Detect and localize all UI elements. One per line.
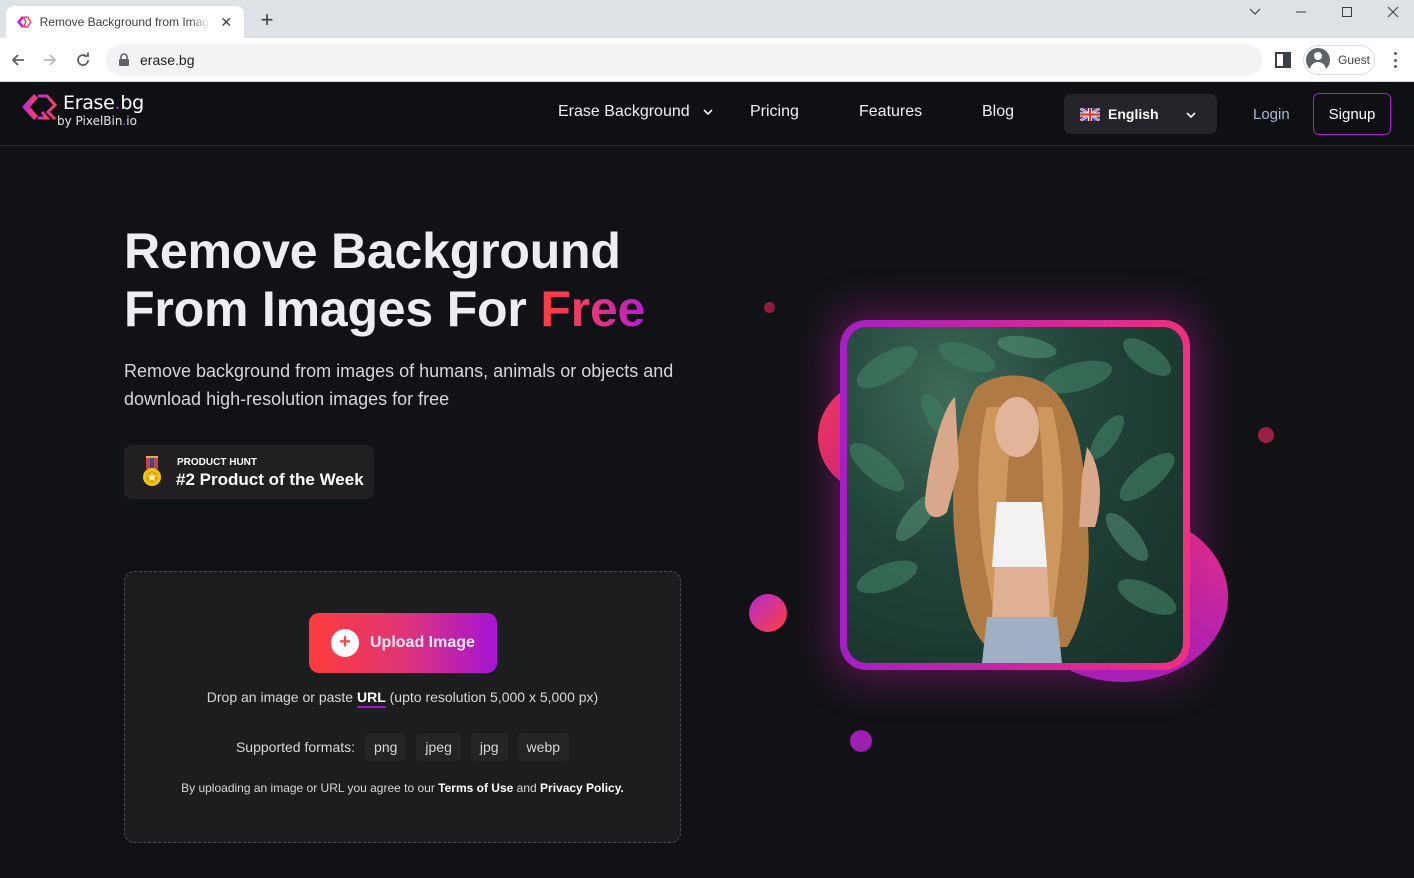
hero-title-line1: Remove Background bbox=[124, 223, 621, 279]
badge-title: #2 Product of the Week bbox=[176, 470, 364, 489]
tab-search-button[interactable] bbox=[1232, 0, 1278, 24]
language-select[interactable]: English bbox=[1064, 94, 1217, 134]
page: Erase.bg by PixelBin.io Erase Background… bbox=[0, 82, 1414, 878]
terms-of-use-link[interactable]: Terms of Use bbox=[438, 781, 513, 795]
reload-button[interactable] bbox=[71, 48, 95, 72]
uk-flag-icon bbox=[1080, 107, 1100, 121]
tab-title: Remove Background from Images bbox=[39, 15, 211, 29]
browser-menu-icon[interactable] bbox=[1387, 50, 1403, 70]
address-bar[interactable]: erase.bg bbox=[106, 44, 1262, 76]
supported-formats: Supported formats: png jpeg jpg webp bbox=[125, 733, 680, 761]
privacy-policy-link[interactable]: Privacy Policy. bbox=[540, 781, 624, 795]
hero-subtitle: Remove background from images of humans,… bbox=[124, 361, 674, 409]
nav-erase-background-label: Erase Background bbox=[558, 103, 690, 120]
logo[interactable]: Erase.bg by PixelBin.io bbox=[20, 92, 144, 128]
login-link[interactable]: Login bbox=[1253, 106, 1290, 123]
nav-erase-background[interactable]: Erase Background bbox=[558, 103, 714, 121]
browser-toolbar: erase.bg Guest bbox=[0, 38, 1414, 82]
erase-bg-logo-icon bbox=[22, 94, 58, 121]
plus-icon: + bbox=[331, 629, 359, 657]
format-tag: png bbox=[365, 733, 407, 761]
format-tag: jpg bbox=[470, 733, 508, 761]
maximize-button[interactable] bbox=[1324, 0, 1370, 24]
language-label: English bbox=[1108, 106, 1159, 122]
reload-icon bbox=[77, 52, 89, 66]
profile-button[interactable]: Guest bbox=[1303, 45, 1375, 75]
chevron-down-icon bbox=[1249, 8, 1261, 15]
upload-image-label: Upload Image bbox=[370, 634, 475, 651]
product-hunt-badge[interactable]: PRODUCT HUNT #2 Product of the Week bbox=[124, 445, 374, 499]
arrow-right-icon bbox=[44, 54, 57, 66]
nav-blog[interactable]: Blog bbox=[982, 103, 1014, 121]
erase-bg-favicon-icon bbox=[16, 16, 32, 28]
minimize-icon bbox=[1296, 11, 1306, 13]
side-panel-icon[interactable] bbox=[1274, 51, 1292, 69]
format-tag: webp bbox=[517, 733, 570, 761]
sample-photo bbox=[847, 327, 1183, 663]
hero-title: Remove Background From Images For Free bbox=[124, 222, 645, 338]
upload-image-button[interactable]: + Upload Image bbox=[309, 613, 497, 673]
terms-notice: By uploading an image or URL you agree t… bbox=[181, 781, 624, 795]
decor-bubble bbox=[764, 302, 775, 313]
profile-label: Guest bbox=[1338, 53, 1371, 67]
url-text: erase.bg bbox=[140, 52, 195, 68]
forward-button[interactable] bbox=[38, 48, 62, 72]
nav-pricing[interactable]: Pricing bbox=[750, 103, 799, 121]
chevron-down-icon bbox=[703, 109, 713, 116]
decor-bubble bbox=[1258, 427, 1274, 443]
upload-dropzone[interactable]: + Upload Image Drop an image or paste UR… bbox=[124, 571, 681, 843]
sample-image-frame bbox=[840, 320, 1190, 670]
badge-kicker: PRODUCT HUNT bbox=[177, 457, 257, 468]
decor-bubble bbox=[749, 594, 787, 632]
format-tag: jpeg bbox=[416, 733, 461, 761]
chevron-down-icon bbox=[1186, 112, 1196, 119]
hero-illustration bbox=[740, 282, 1280, 762]
signup-button[interactable]: Signup bbox=[1313, 93, 1391, 135]
browser-tabstrip: Remove Background from Images ✕ + bbox=[0, 0, 1414, 38]
paste-url-link[interactable]: URL bbox=[356, 689, 386, 708]
drop-instructions: Drop an image or paste URL (upto resolut… bbox=[125, 689, 680, 708]
minimize-button[interactable] bbox=[1278, 0, 1324, 24]
hero-title-line2: From Images For bbox=[124, 281, 541, 337]
close-icon bbox=[1387, 6, 1399, 18]
tab-close-icon[interactable]: ✕ bbox=[218, 14, 234, 31]
back-button[interactable] bbox=[6, 48, 30, 72]
site-header: Erase.bg by PixelBin.io Erase Background… bbox=[0, 82, 1414, 146]
logo-name: Erase.bg bbox=[63, 92, 144, 114]
nav-features[interactable]: Features bbox=[859, 103, 922, 121]
maximize-icon bbox=[1342, 7, 1352, 17]
browser-tab[interactable]: Remove Background from Images ✕ bbox=[6, 6, 244, 38]
medal-icon bbox=[143, 456, 161, 486]
arrow-left-icon bbox=[11, 54, 24, 66]
close-window-button[interactable] bbox=[1370, 0, 1414, 24]
formats-label: Supported formats: bbox=[235, 739, 356, 755]
logo-byline: by PixelBin.io bbox=[57, 114, 137, 128]
avatar-icon bbox=[1306, 48, 1330, 72]
hero-title-highlight: Free bbox=[540, 281, 646, 337]
lock-icon bbox=[119, 53, 129, 66]
new-tab-button[interactable]: + bbox=[256, 9, 278, 32]
sample-photo-illustration bbox=[849, 335, 1177, 663]
decor-bubble bbox=[850, 730, 872, 752]
